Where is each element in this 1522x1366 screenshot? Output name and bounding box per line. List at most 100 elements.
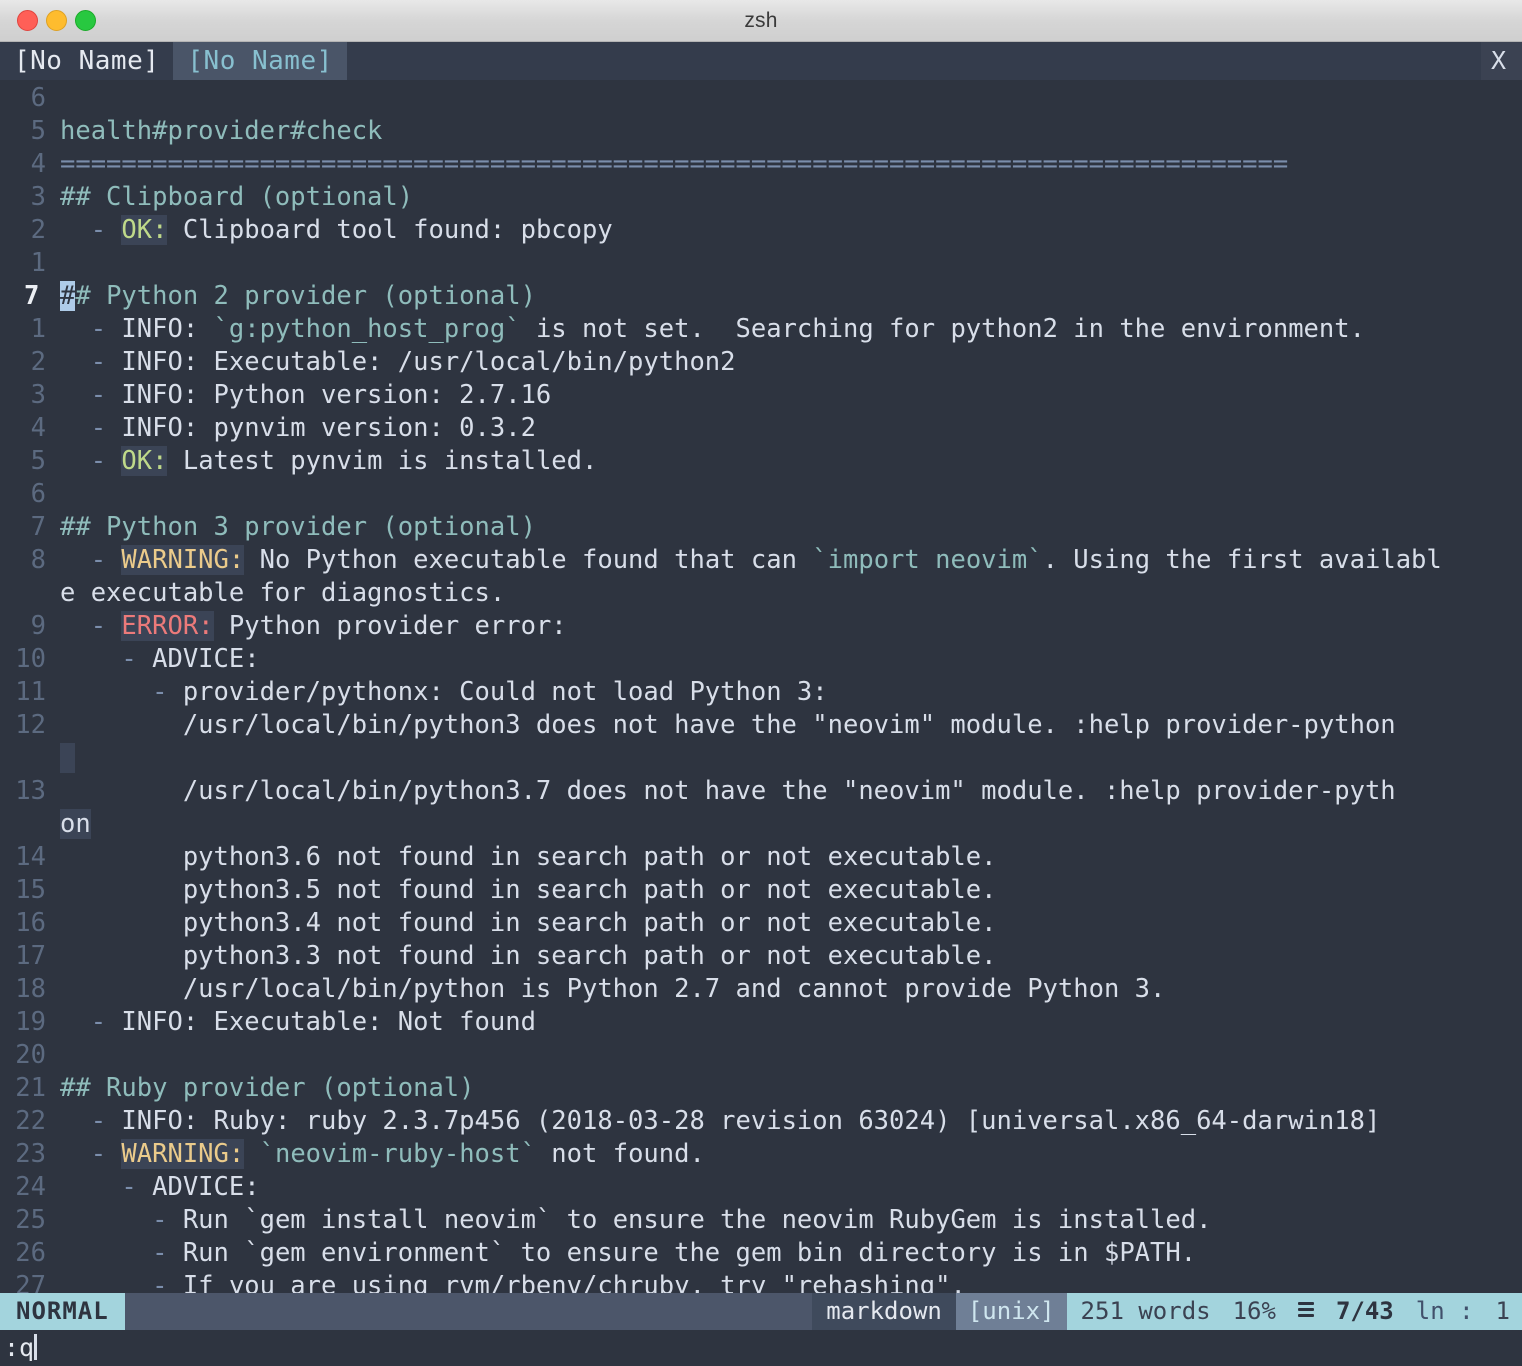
line-number: 6 (30, 479, 46, 509)
status-right-group: 251 words 16% 7/43 ln : 1 (1066, 1293, 1522, 1330)
editor-line: 24 - ADVICE: (0, 1171, 1522, 1204)
line-number: 14 (15, 842, 46, 872)
line-number: 26 (15, 1238, 46, 1268)
span-warn: WARNING: (121, 545, 245, 575)
line-number (0, 577, 60, 610)
command-line-caret (34, 1334, 38, 1360)
line-text: on (60, 808, 1522, 841)
line-number: 25 (15, 1205, 46, 1235)
scroll-indicator-icon (1297, 1299, 1314, 1320)
line-number: 12 (15, 710, 46, 740)
line-number: 5 (30, 446, 46, 476)
line-text: - WARNING: No Python executable found th… (60, 544, 1522, 577)
line-number: 1 (30, 248, 46, 278)
line-number: 22 (15, 1106, 46, 1136)
line-text: python3.3 not found in search path or no… (60, 940, 1522, 973)
editor-line: 2 - INFO: Executable: /usr/local/bin/pyt… (0, 346, 1522, 379)
span-text: ADVICE: (152, 644, 260, 674)
editor-line: 6 (0, 478, 1522, 511)
span-bullet: - (60, 611, 122, 641)
span-text: INFO: pynvim version: 0.3.2 (121, 413, 536, 443)
editor-line: 22 - INFO: Ruby: ruby 2.3.7p456 (2018-03… (0, 1105, 1522, 1138)
editor-line: 6 (0, 82, 1522, 115)
span-text: not found. (535, 1139, 705, 1169)
line-text: - INFO: `g:python_host_prog` is not set.… (60, 313, 1522, 346)
span-text: INFO: Executable: /usr/local/bin/python2 (121, 347, 736, 377)
status-position: 7/43 (1335, 1297, 1394, 1325)
editor-buffer[interactable]: 6 5 health#provider#check 4 ================… (0, 80, 1522, 1293)
line-number (0, 808, 60, 841)
span-text: If you are using rvm/rbenv/chruby, try "… (182, 1271, 966, 1293)
span-h: ## Ruby provider (optional) (60, 1073, 475, 1103)
status-percent: 16% (1232, 1297, 1276, 1325)
editor-line: 9 - ERROR: Python provider error: (0, 610, 1522, 643)
span-bullet: - (60, 1271, 183, 1293)
line-number: 23 (15, 1139, 46, 1169)
close-tab-icon[interactable]: X (1480, 42, 1522, 80)
span-warn: WARNING: (121, 1139, 245, 1169)
line-number: 10 (15, 644, 46, 674)
line-text: /usr/local/bin/python3 does not have the… (60, 709, 1522, 742)
window-title: zsh (744, 8, 778, 32)
span-text: Clipboard tool found: pbcopy (167, 215, 613, 245)
line-text: - ADVICE: (60, 643, 1522, 676)
command-line[interactable]: :q (0, 1330, 1522, 1366)
close-window-button[interactable] (17, 10, 38, 31)
span-bullet: - (60, 1205, 183, 1235)
statusline-spacer (124, 1293, 813, 1330)
line-text: - INFO: Executable: /usr/local/bin/pytho… (60, 346, 1522, 379)
editor-line: 23 - WARNING: `neovim-ruby-host` not fou… (0, 1138, 1522, 1171)
line-text: - If you are using rvm/rbenv/chruby, try… (60, 1270, 1522, 1293)
line-text: python3.5 not found in search path or no… (60, 874, 1522, 907)
line-number: 4 (30, 149, 46, 179)
line-text: ## Python 2 provider (optional) (60, 280, 1522, 313)
editor-line: 2 - OK: Clipboard tool found: pbcopy (0, 214, 1522, 247)
maximize-window-button[interactable] (75, 10, 96, 31)
line-text: - WARNING: `neovim-ruby-host` not found. (60, 1138, 1522, 1171)
span-bullet: - (60, 446, 122, 476)
span-h: # Python 2 provider (optional) (75, 281, 536, 311)
span-text: No Python executable found that can (244, 545, 813, 575)
line-text: health#provider#check (60, 115, 1522, 148)
span-bullet: - (60, 215, 122, 245)
line-text: python3.4 not found in search path or no… (60, 907, 1522, 940)
editor-line: 8 - WARNING: No Python executable found … (0, 544, 1522, 577)
span-bullet: - (60, 644, 153, 674)
span-text: INFO: Executable: Not found (121, 1007, 536, 1037)
span-text: python3.3 not found in search path or no… (60, 941, 997, 971)
traffic-light-group (17, 0, 96, 41)
statusline: NORMAL markdown [unix] 251 words 16% 7/4… (0, 1293, 1522, 1330)
tab-no-name-1[interactable]: [No Name] (0, 42, 174, 80)
editor-line: 25 - Run `gem install neovim` to ensure … (0, 1204, 1522, 1237)
span-cursor: # (60, 281, 76, 311)
tabline-filler (346, 42, 1481, 80)
line-text: ## Ruby provider (optional) (60, 1072, 1522, 1105)
editor-line: 21 ## Ruby provider (optional) (0, 1072, 1522, 1105)
editor-line: 27 - If you are using rvm/rbenv/chruby, … (0, 1270, 1522, 1293)
span-bullet: - (60, 545, 122, 575)
line-number: 24 (15, 1172, 46, 1202)
terminal-window: zsh [No Name] [No Name] X 6 5 health#provi… (0, 0, 1522, 1366)
line-text (60, 1039, 1522, 1072)
line-text: python3.6 not found in search path or no… (60, 841, 1522, 874)
line-number: 1 (30, 314, 46, 344)
span-text: provider/pythonx: Could not load Python … (182, 677, 828, 707)
line-text: e executable for diagnostics. (60, 577, 1522, 610)
line-text (60, 82, 1522, 115)
span-text: python3.5 not found in search path or no… (60, 875, 997, 905)
line-number: 7 (30, 512, 46, 542)
editor-line: 7 ## Python 2 provider (optional) (0, 280, 1522, 313)
span-text: /usr/local/bin/python is Python 2.7 and … (60, 974, 1166, 1004)
line-text: - Run `gem install neovim` to ensure the… (60, 1204, 1522, 1237)
editor-line: 20 (0, 1039, 1522, 1072)
status-fileformat: [unix] (955, 1293, 1067, 1330)
line-text: - INFO: Executable: Not found (60, 1006, 1522, 1039)
terminal-content: [No Name] [No Name] X 6 5 health#provider#… (0, 42, 1522, 1366)
status-line-label: ln : (1415, 1297, 1474, 1325)
span-bullet: - (60, 413, 122, 443)
status-column: 1 (1495, 1297, 1510, 1325)
minimize-window-button[interactable] (46, 10, 67, 31)
span-bullet: - (60, 347, 122, 377)
line-number: 5 (30, 116, 46, 146)
tab-no-name-2[interactable]: [No Name] (173, 42, 347, 80)
